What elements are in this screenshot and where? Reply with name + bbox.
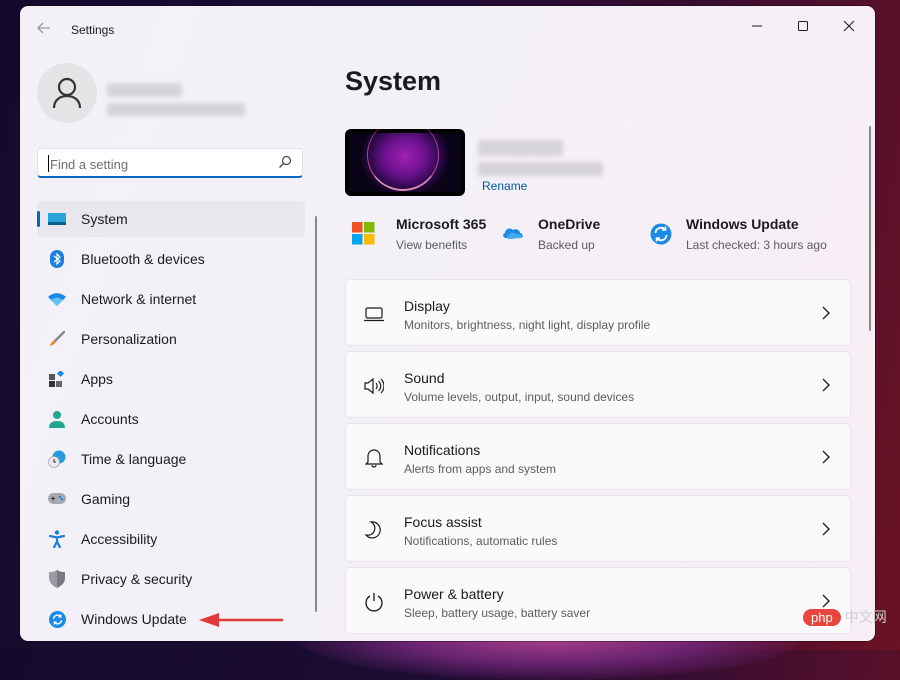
sidebar-item-label: Network & internet xyxy=(81,291,197,307)
sidebar-item-label: System xyxy=(81,211,128,227)
sidebar-item-network[interactable]: Network & internet xyxy=(37,281,305,317)
watermark: php 中文网 xyxy=(803,607,887,627)
chevron-right-icon xyxy=(822,378,830,392)
sidebar-item-bluetooth[interactable]: Bluetooth & devices xyxy=(37,241,305,277)
card-subtitle: Sleep, battery usage, battery saver xyxy=(404,606,591,620)
sidebar-item-accessibility[interactable]: Accessibility xyxy=(37,521,305,557)
page-title: System xyxy=(345,66,442,96)
card-subtitle: Alerts from apps and system xyxy=(404,462,557,476)
chevron-right-icon xyxy=(822,450,830,464)
title-bar: Settings xyxy=(20,6,875,54)
power-icon xyxy=(364,592,384,612)
speaker-icon xyxy=(364,376,384,396)
brush-icon xyxy=(48,330,66,348)
card-title: Display xyxy=(404,298,450,314)
card-power-battery[interactable]: Power & battery Sleep, battery usage, ba… xyxy=(345,567,851,634)
rename-link[interactable]: Rename xyxy=(482,179,527,193)
card-title: Sound xyxy=(404,370,445,386)
annotation-arrow xyxy=(199,613,283,627)
card-display[interactable]: Display Monitors, brightness, night ligh… xyxy=(345,279,851,346)
bell-icon xyxy=(364,448,384,468)
system-icon xyxy=(48,210,66,228)
sidebar-item-accounts[interactable]: Accounts xyxy=(37,401,305,437)
settings-cards: Display Monitors, brightness, night ligh… xyxy=(345,279,851,639)
minimize-icon xyxy=(752,25,762,27)
card-subtitle: Volume levels, output, input, sound devi… xyxy=(404,390,635,404)
tile-title: Windows Update xyxy=(686,216,799,232)
card-focus-assist[interactable]: Focus assist Notifications, automatic ru… xyxy=(345,495,851,562)
device-name-blurred xyxy=(478,140,563,156)
sidebar-item-time-language[interactable]: Time & language xyxy=(37,441,305,477)
sidebar-item-label: Apps xyxy=(81,371,113,387)
card-title: Notifications xyxy=(404,442,481,458)
text-caret xyxy=(48,155,49,172)
person-icon xyxy=(48,410,66,428)
accessibility-icon xyxy=(48,530,66,548)
watermark-pill: php xyxy=(803,608,841,626)
sidebar-item-system[interactable]: System xyxy=(37,201,305,237)
gamepad-icon xyxy=(48,490,66,508)
close-button[interactable] xyxy=(826,10,872,42)
sidebar-item-label: Personalization xyxy=(81,331,177,347)
tile-subtitle: Backed up xyxy=(538,238,595,252)
chevron-right-icon xyxy=(822,594,830,608)
microsoft-logo-icon xyxy=(352,222,375,245)
settings-window: Settings System Bluetooth & devices xyxy=(20,6,875,641)
sidebar-item-label: Accounts xyxy=(81,411,139,427)
card-notifications[interactable]: Notifications Alerts from apps and syste… xyxy=(345,423,851,490)
chevron-right-icon xyxy=(822,306,830,320)
sidebar-item-label: Accessibility xyxy=(81,531,158,547)
search-icon[interactable] xyxy=(278,155,292,169)
sidebar-item-label: Windows Update xyxy=(81,611,187,627)
profile-name-blurred xyxy=(107,83,182,97)
card-subtitle: Monitors, brightness, night light, displ… xyxy=(404,318,651,332)
windows-update-icon xyxy=(650,223,672,245)
monitor-icon xyxy=(364,304,384,324)
chevron-right-icon xyxy=(822,522,830,536)
back-button[interactable] xyxy=(36,20,56,40)
tile-title: OneDrive xyxy=(538,216,601,232)
person-outline-icon xyxy=(52,77,82,109)
tile-subtitle: Last checked: 3 hours ago xyxy=(686,238,827,252)
globe-clock-icon xyxy=(48,450,66,468)
card-title: Power & battery xyxy=(404,586,504,602)
bluetooth-icon xyxy=(48,250,66,268)
card-subtitle: Notifications, automatic rules xyxy=(404,534,558,548)
windows-update-icon xyxy=(48,610,66,628)
sidebar-scrollbar[interactable] xyxy=(315,216,317,612)
sidebar-item-label: Privacy & security xyxy=(81,571,193,587)
active-indicator xyxy=(37,211,40,227)
device-model-blurred xyxy=(478,162,603,176)
card-sound[interactable]: Sound Volume levels, output, input, soun… xyxy=(345,351,851,418)
shield-icon xyxy=(48,570,66,588)
maximize-button[interactable] xyxy=(780,10,826,42)
avatar xyxy=(37,63,97,123)
sidebar-nav: System Bluetooth & devices Network & int… xyxy=(37,201,305,641)
onedrive-cloud-icon xyxy=(503,228,523,239)
device-wallpaper-thumbnail xyxy=(345,129,465,196)
search-input[interactable] xyxy=(48,154,272,174)
sidebar-item-gaming[interactable]: Gaming xyxy=(37,481,305,517)
profile-email-blurred xyxy=(107,103,245,116)
app-title: Settings xyxy=(71,23,115,37)
sidebar-item-apps[interactable]: Apps xyxy=(37,361,305,397)
close-icon xyxy=(843,20,855,32)
apps-icon xyxy=(48,370,66,388)
sidebar-item-privacy-security[interactable]: Privacy & security xyxy=(37,561,305,597)
search-box[interactable] xyxy=(37,148,303,178)
wifi-icon xyxy=(48,290,66,308)
maximize-icon xyxy=(798,21,808,31)
watermark-text: 中文网 xyxy=(844,609,887,625)
main-scrollbar[interactable] xyxy=(869,126,871,331)
sidebar-item-label: Gaming xyxy=(81,491,131,507)
card-title: Focus assist xyxy=(404,514,482,530)
tile-title: Microsoft 365 xyxy=(396,216,487,232)
minimize-button[interactable] xyxy=(734,10,780,42)
moon-icon xyxy=(364,520,384,540)
tile-subtitle: View benefits xyxy=(396,238,468,252)
back-arrow-icon xyxy=(37,22,50,34)
sidebar-item-personalization[interactable]: Personalization xyxy=(37,321,305,357)
sidebar-item-label: Time & language xyxy=(81,451,187,467)
sidebar-item-label: Bluetooth & devices xyxy=(81,251,205,267)
